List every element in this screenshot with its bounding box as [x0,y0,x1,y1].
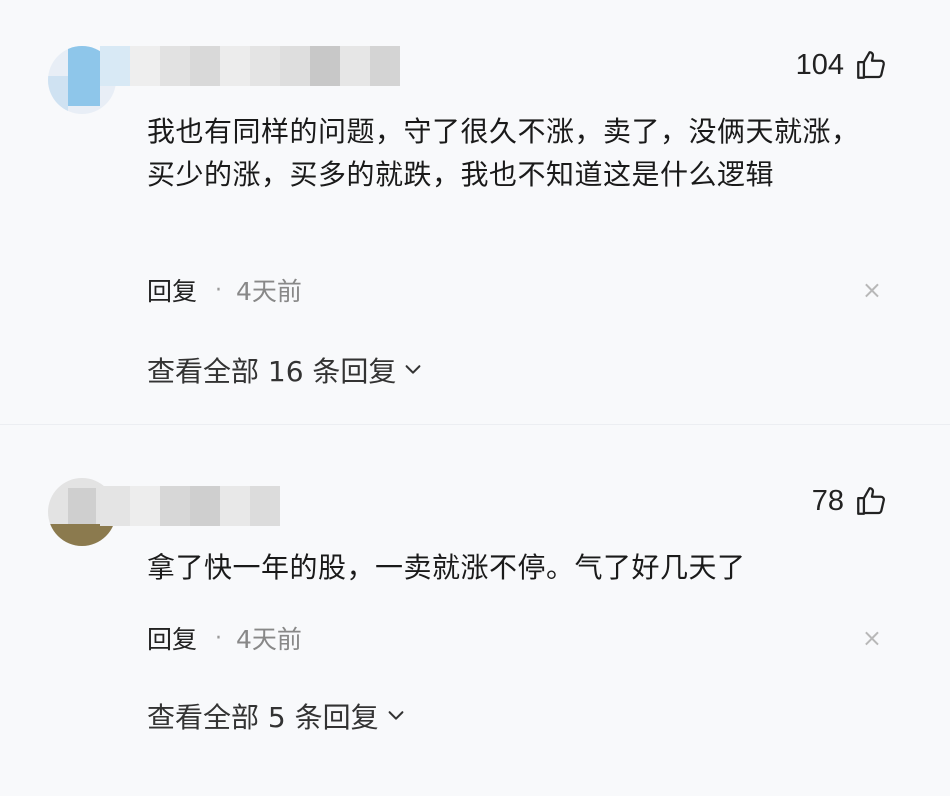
view-all-replies-button[interactable]: 查看全部 16 条回复 [147,350,424,390]
like-count: 78 [811,484,844,517]
separator-dot: · [215,277,223,303]
reply-button[interactable]: 回复 [147,620,197,656]
comment-divider [0,424,950,425]
reply-button[interactable]: 回复 [147,272,197,308]
thumbs-up-icon [854,484,888,518]
close-icon[interactable]: × [862,276,882,304]
comment-text: 我也有同样的问题，守了很久不涨，卖了，没俩天就涨，买少的涨，买多的就跌，我也不知… [147,115,860,191]
separator-dot: · [215,625,223,651]
like-count: 104 [795,48,844,81]
view-all-replies-button[interactable]: 查看全部 5 条回复 [147,696,407,736]
close-icon[interactable]: × [862,624,882,652]
thumbs-up-icon [854,48,888,82]
like-button[interactable]: 78 [812,484,888,518]
comment-meta: 回复 · 4天前 [147,620,302,656]
chevron-down-icon [385,700,407,733]
username-blurred[interactable] [100,486,280,526]
comment-text: 拿了快一年的股，一卖就涨不停。气了好几天了 [147,551,746,584]
timestamp: 4天前 [236,277,302,306]
chevron-down-icon [402,354,424,387]
like-button[interactable]: 104 [796,48,888,82]
view-all-replies-label: 查看全部 16 条回复 [147,355,397,388]
username-blurred[interactable] [100,46,400,86]
view-all-replies-label: 查看全部 5 条回复 [147,701,379,734]
comment-meta: 回复 · 4天前 [147,272,302,308]
timestamp: 4天前 [236,625,302,654]
